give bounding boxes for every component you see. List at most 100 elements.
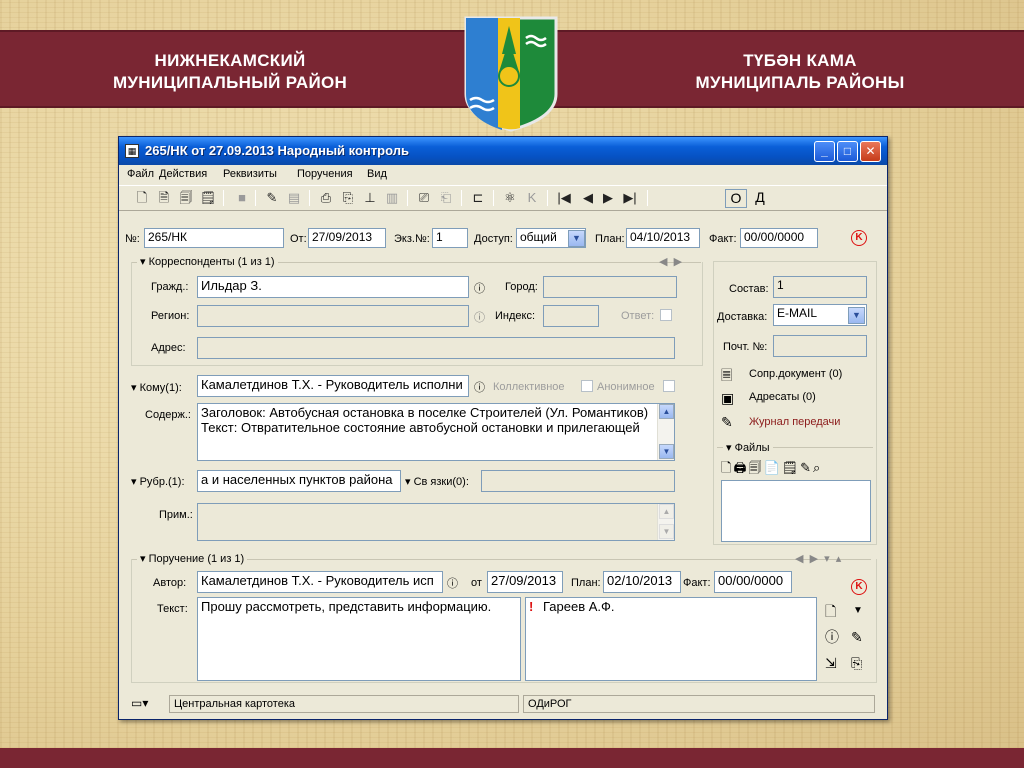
files-section-title[interactable]: ▾ Файлы	[723, 441, 773, 454]
assignment-from-label: от	[471, 577, 482, 589]
city-field[interactable]	[543, 276, 677, 298]
assignment-text-field[interactable]: Прошу рассмотреть, представить информаци…	[197, 597, 521, 681]
toolbar-separator	[461, 190, 462, 206]
index-field[interactable]	[543, 305, 599, 327]
plan-date-field[interactable]: 04/10/2013	[626, 228, 700, 248]
author-field[interactable]: Камалетдинов Т.Х. - Руководитель исп	[197, 571, 443, 593]
author-label: Автор:	[153, 577, 187, 589]
addressees-link[interactable]: Адресаты (0)	[749, 391, 816, 403]
executor-info-icon[interactable]: ⓘ	[825, 629, 839, 645]
region-field[interactable]	[197, 305, 469, 327]
stamp-icon[interactable]: ⊥	[361, 189, 379, 207]
scroll-up-icon[interactable]: ▲	[659, 404, 674, 419]
save-icon[interactable]: ■	[233, 189, 251, 207]
prev-record-icon[interactable]: ◀	[579, 189, 597, 207]
delete-icon[interactable]: ▤	[285, 189, 303, 207]
scroll-up-icon[interactable]: ▲	[659, 504, 674, 519]
author-info-icon[interactable]: ⓘ	[447, 575, 458, 591]
chevron-down-icon[interactable]: ▼	[568, 230, 585, 247]
menu-actions[interactable]: Действия	[159, 168, 207, 180]
plan-label: План:	[595, 233, 625, 245]
assignment-control-k-icon[interactable]: K	[851, 579, 867, 595]
files-title-text: Файлы	[734, 442, 770, 454]
note-scrollbar[interactable]: ▲ ▼	[657, 504, 674, 540]
chevron-down-icon[interactable]: ▼	[853, 603, 863, 619]
city-label: Город:	[505, 281, 538, 293]
assignment-fact-field[interactable]: 00/00/0000	[714, 571, 792, 593]
region-info-icon[interactable]: ⓘ	[474, 309, 485, 325]
menu-assignments[interactable]: Поручения	[297, 168, 353, 180]
new-document-icon[interactable]: 🗋	[133, 189, 151, 207]
close-button[interactable]: ✕	[860, 141, 881, 162]
to-label-text: Кому(1):	[139, 382, 182, 394]
menu-file[interactable]: Файл	[127, 168, 154, 180]
to-field[interactable]: Камалетдинов Т.Х. - Руководитель исполни	[197, 375, 469, 397]
note-label: Прим.:	[159, 509, 193, 521]
note-field[interactable]	[197, 503, 675, 541]
edit-icon[interactable]: ✎	[263, 189, 281, 207]
to-info-icon[interactable]: ⓘ	[474, 379, 485, 395]
cabinet-menu-icon[interactable]: ▭▾	[131, 695, 148, 711]
info-icon[interactable]: ⓘ	[474, 280, 485, 296]
from-date-field[interactable]: 27/09/2013	[308, 228, 386, 248]
last-record-icon[interactable]: ▶|	[621, 189, 639, 207]
toolbar: 🗋 🗎 🗐 🗒 ■ ✎ ▤ ⎙ ⎘ ⊥ ▥ ⎚ ⎗ ⊏ ⚛ K |◀ ◀ ▶ ▶…	[119, 185, 887, 211]
new-linked-icon[interactable]: 🗒	[199, 189, 217, 207]
transfer-journal-link[interactable]: Журнал передачи	[749, 416, 840, 428]
answer-checkbox[interactable]	[660, 309, 672, 321]
menu-requisites[interactable]: Реквизиты	[223, 168, 277, 180]
scan-icon[interactable]: ⎚	[415, 189, 433, 207]
next-record-icon[interactable]: ▶	[599, 189, 617, 207]
copy-number-field[interactable]: 1	[432, 228, 468, 248]
barcode-icon[interactable]: ▥	[383, 189, 401, 207]
first-record-icon[interactable]: |◀	[555, 189, 573, 207]
executor-forward-icon[interactable]: ⇲	[825, 655, 837, 671]
anonymous-checkbox[interactable]	[663, 380, 675, 392]
content-field[interactable]: Заголовок: Автобусная остановка в поселк…	[197, 403, 675, 461]
content-scrollbar[interactable]: ▲ ▼	[657, 404, 674, 460]
maximize-button[interactable]: □	[837, 141, 858, 162]
new-from-template-icon[interactable]: 🗎	[155, 189, 173, 207]
registry-icon[interactable]: ⚛	[501, 189, 519, 207]
files-toolbar[interactable]: 🗋🖨🗐📄🗒✎⌕	[721, 459, 822, 481]
view-o-button[interactable]: О	[725, 189, 747, 208]
copy-document-icon[interactable]: 🗐	[177, 189, 195, 207]
attach-icon[interactable]: ⎗	[437, 189, 455, 207]
rubric-field[interactable]: а и населенных пунктов района	[197, 470, 401, 492]
num-field[interactable]: 265/НК	[144, 228, 284, 248]
postal-field[interactable]	[773, 335, 867, 357]
executor-edit-icon[interactable]: ✎	[851, 629, 863, 645]
files-list[interactable]	[721, 480, 871, 542]
addressees-icon: ▣	[721, 390, 735, 406]
control-k-icon[interactable]: K	[851, 230, 867, 246]
collective-checkbox[interactable]	[581, 380, 593, 392]
title-bar[interactable]: ▦ 265/НК от 27.09.2013 Народный контроль…	[119, 137, 887, 165]
banner-left-line1: НИЖНЕКАМСКИЙ	[154, 51, 306, 70]
access-label: Доступ:	[474, 233, 513, 245]
menu-view[interactable]: Вид	[367, 168, 387, 180]
address-field[interactable]	[197, 337, 675, 359]
delivery-label: Доставка:	[717, 311, 768, 323]
print-icon[interactable]: ⎙	[317, 189, 335, 207]
frame-icon[interactable]: ⊏	[469, 189, 487, 207]
print-preview-icon[interactable]: ⎘	[339, 189, 357, 207]
scroll-down-icon[interactable]: ▼	[659, 444, 674, 459]
document-window: ▦ 265/НК от 27.09.2013 Народный контроль…	[118, 136, 888, 720]
minimize-button[interactable]: _	[814, 141, 835, 162]
assignment-from-field[interactable]: 27/09/2013	[487, 571, 563, 593]
add-executor-icon[interactable]: 🗋	[825, 603, 836, 619]
toolbar-separator	[223, 190, 224, 206]
executor-report-icon[interactable]: ⎘	[851, 655, 862, 671]
scroll-down-icon[interactable]: ▼	[659, 524, 674, 539]
fact-date-field[interactable]: 00/00/0000	[740, 228, 818, 248]
executors-list[interactable]: ! Гареев А.Ф.	[525, 597, 817, 681]
card-icon[interactable]: K	[523, 189, 541, 207]
attached-documents-link[interactable]: Сопр.документ (0)	[749, 368, 842, 380]
links-field[interactable]	[481, 470, 675, 492]
composition-field[interactable]: 1	[773, 276, 867, 298]
composition-label: Состав:	[729, 283, 769, 295]
citizen-field[interactable]: Ильдар З.	[197, 276, 469, 298]
chevron-down-icon[interactable]: ▼	[848, 307, 865, 324]
view-d-button[interactable]: Д	[749, 189, 771, 208]
assignment-plan-field[interactable]: 02/10/2013	[603, 571, 681, 593]
